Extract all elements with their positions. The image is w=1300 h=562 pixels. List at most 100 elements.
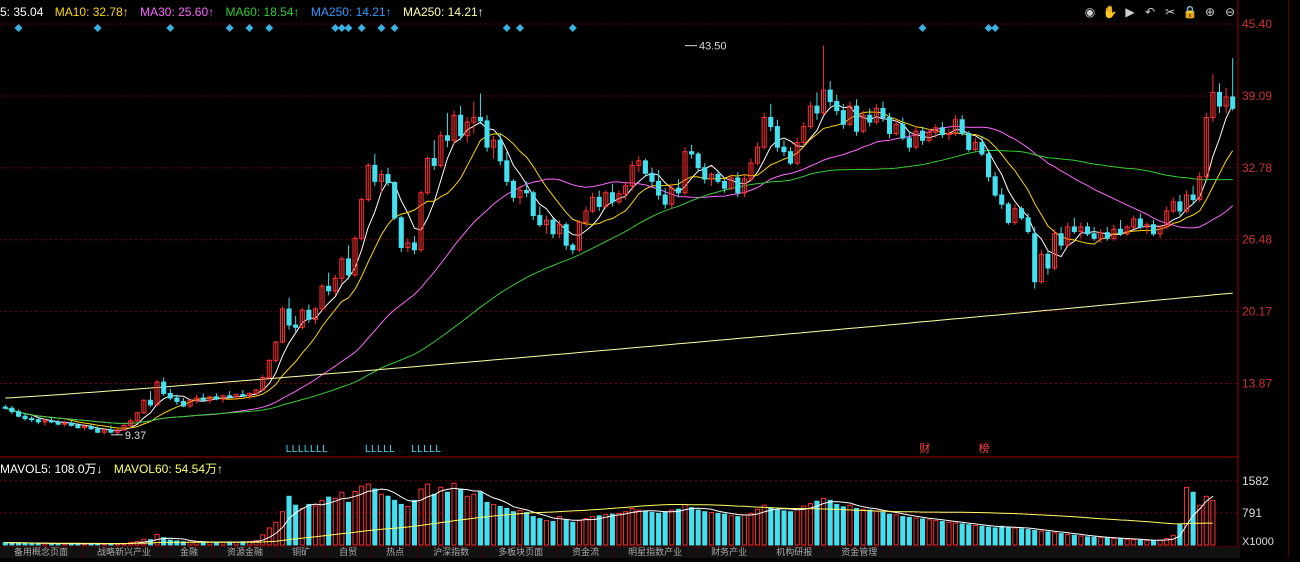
candle-body-24 [161,381,167,394]
tab-9[interactable]: 资金流 [558,547,615,558]
candle-body-1 [9,407,15,413]
volume-bar-93 [616,512,622,546]
volume-bar-5 [35,542,41,546]
chart-toolbar: ◉ ✋ ▶ ↶ ✂ 🔒 ⊕ ⊖ [1082,4,1238,20]
volume-tick-label-1: 791 [1242,506,1262,520]
volume-bar-156 [1032,529,1038,546]
candle-body-116 [768,116,774,128]
volume-bar-71 [471,493,477,546]
volume-bar-68 [451,482,457,546]
ma-line-ma30 [5,125,1234,424]
volume-bar-72 [477,491,483,546]
candle-body-27 [180,400,187,407]
candle-body-178 [1177,201,1183,212]
tab-11[interactable]: 财务产业 [697,547,763,558]
diamond-marker-2 [166,24,175,32]
candle-body-79 [524,189,530,194]
tab-1[interactable]: 战略新兴产业 [83,547,167,558]
candle-body-100 [662,194,668,205]
volume-bar-129 [854,507,860,546]
tab-6[interactable]: 热点 [372,547,420,558]
candle-body-180 [1190,194,1196,201]
candle-body-127 [840,110,846,125]
candle-body-165 [1091,233,1097,239]
volume-bar-162 [1071,534,1077,546]
candle-body-13 [88,425,94,430]
tab-5[interactable]: 自贸 [325,547,373,558]
event-marker-0: LLLLLLL [286,444,328,455]
candle-body-152 [1005,203,1011,223]
volume-bar-130 [860,508,866,546]
volume-bar-95 [629,507,635,546]
candle-body-102 [675,187,681,194]
ma-line-ma10 [5,111,1234,429]
tab-4[interactable]: 铜矿 [278,547,326,558]
candle-body-150 [992,176,998,196]
zoom-in-icon[interactable]: ⊕ [1202,4,1218,20]
tab-13[interactable]: 资金管理 [827,547,893,558]
eye-icon[interactable]: ◉ [1082,4,1098,20]
volume-bar-171 [1131,539,1137,546]
volume-bar-50 [332,497,338,546]
volume-bar-58 [385,495,391,546]
candle-body-149 [985,153,992,178]
volume-bar-100 [662,511,668,546]
volume-bar-181 [1197,504,1203,546]
volume-bar-85 [563,519,569,546]
event-marker-4: 榜 [979,441,990,455]
candle-body-80 [530,192,536,217]
volume-bar-51 [339,491,345,546]
volume-bar-73 [484,501,490,546]
volume-bar-153 [1012,527,1018,546]
volume-bar-3 [22,542,28,546]
volume-bar-142 [939,520,945,546]
volume-tick-label-0: 1582 [1242,474,1269,488]
volume-bar-62 [411,499,417,546]
play-icon[interactable]: ▶ [1122,4,1138,20]
candle-body-137 [906,137,912,148]
tab-0[interactable]: 备用概念页面 [0,547,84,558]
candle-body-125 [827,89,833,103]
tab-7[interactable]: 沪深指数 [419,547,485,558]
candle-body-136 [900,123,906,139]
diamond-marker-0 [14,24,23,32]
candle-body-111 [735,177,741,194]
legend-ma30: MA30: 25.60↑ [140,5,215,19]
tab-3[interactable]: 资源金融 [213,547,279,558]
candle-body-99 [656,180,662,196]
volume-bar-80 [530,516,536,546]
volume-bar-177 [1170,534,1176,546]
volume-bar-152 [1005,526,1011,546]
volume-bar-169 [1117,538,1124,546]
tab-12[interactable]: 机构研报 [762,547,828,558]
volume-bar-96 [636,509,642,546]
candle-body-129 [854,105,860,132]
volume-bar-60 [398,503,404,546]
candle-body-7 [48,420,55,423]
candle-body-26 [174,397,180,402]
volume-bar-146 [966,524,972,546]
price-tick-label-4: 20.17 [1242,305,1272,319]
scissors-icon[interactable]: ✂ [1162,4,1178,20]
candle-body-30 [200,397,206,401]
volume-bar-174 [1150,540,1157,546]
volume-bar-151 [999,525,1005,546]
hand-icon[interactable]: ✋ [1102,4,1118,20]
lock-icon[interactable]: 🔒 [1182,4,1198,20]
candle-body-126 [834,101,840,112]
tab-10[interactable]: 明星指数产业 [614,547,698,558]
volume-bar-148 [979,525,985,546]
zoom-out-icon[interactable]: ⊖ [1222,4,1238,20]
undo-icon[interactable]: ↶ [1142,4,1158,20]
candle-body-75 [497,139,503,162]
tab-2[interactable]: 金融 [166,547,214,558]
volume-bar-94 [623,511,629,546]
candle-body-174 [1150,224,1157,235]
candle-body-139 [920,130,926,141]
candle-body-34 [227,395,233,398]
tab-8[interactable]: 多板块页面 [484,547,559,558]
candle-body-73 [484,120,490,148]
candle-body-169 [1117,228,1124,235]
volume-bar-127 [840,506,846,546]
volume-bar-175 [1157,539,1163,546]
